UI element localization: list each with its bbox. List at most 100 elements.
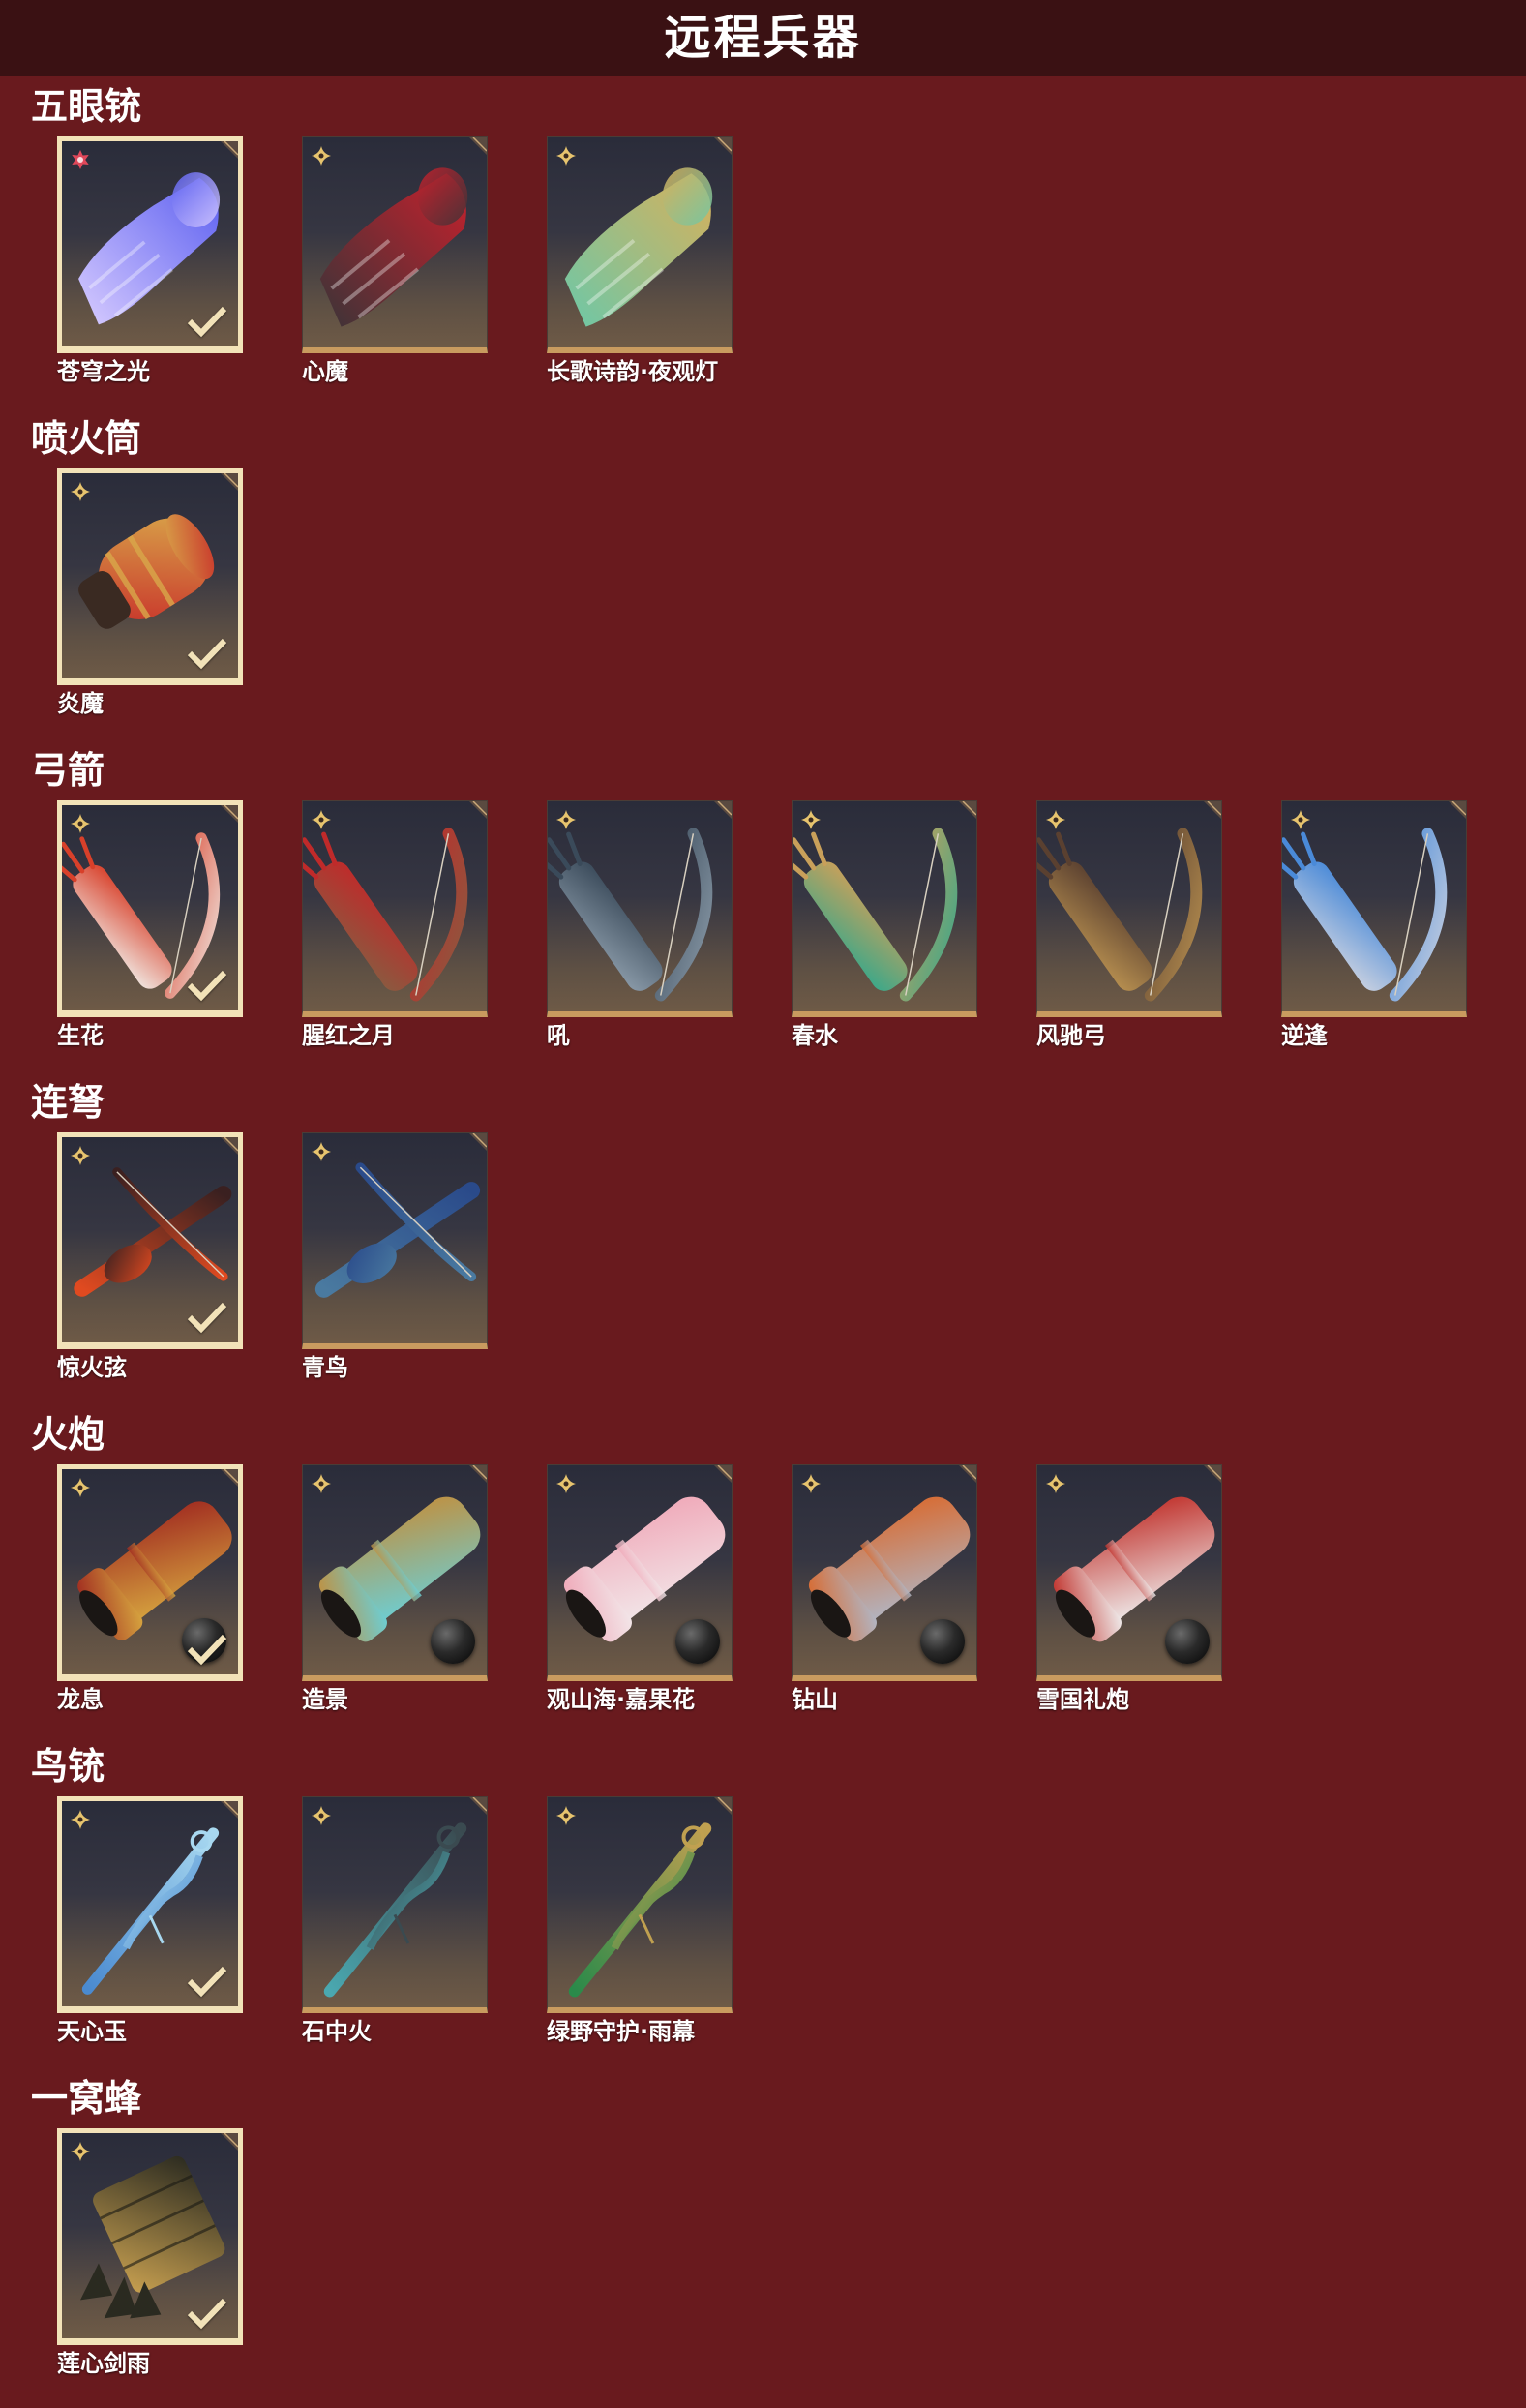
weapon-skin-card[interactable] — [302, 1796, 488, 2013]
weapon-skin-card[interactable] — [302, 800, 488, 1017]
weapon-art-image — [1282, 801, 1466, 1011]
corner-tag-icon — [221, 805, 238, 823]
weapon-skin-card[interactable] — [57, 800, 243, 1017]
weapon-skin-name: 石中火 — [302, 2018, 372, 2045]
category-heading: 弓箭 — [31, 749, 105, 792]
gold-star-icon — [311, 1805, 332, 1826]
corner-tag-icon — [469, 1465, 487, 1483]
category-section: 弓箭 生花 腥红之月 吼 春水 风驰弓 逆逢 — [0, 746, 1526, 1078]
weapon-skin-card[interactable] — [57, 2128, 243, 2345]
weapon-skin-card[interactable] — [57, 468, 243, 685]
weapon-skin-card[interactable] — [57, 1464, 243, 1681]
weapon-art-image — [303, 801, 487, 1011]
weapon-skin-card[interactable] — [57, 1796, 243, 2013]
weapon-skin-name: 长歌诗韵·夜观灯 — [547, 358, 719, 385]
weapon-skin-name: 吼 — [547, 1022, 570, 1049]
weapon-skin-slot: 生花 — [57, 800, 243, 1054]
weapon-skin-name: 绿野守护·雨幕 — [547, 2018, 696, 2045]
weapon-skin-slot: 风驰弓 — [1036, 800, 1222, 1054]
selected-check-icon — [186, 1300, 228, 1335]
weapon-skin-slot: 逆逢 — [1281, 800, 1467, 1054]
corner-tag-icon — [714, 801, 732, 819]
weapon-skin-name: 天心玉 — [57, 2018, 127, 2045]
category-heading: 一窝蜂 — [31, 2077, 142, 2120]
category-section: 连弩 惊火弦 青鸟 — [0, 1078, 1526, 1410]
weapon-skin-card[interactable] — [302, 136, 488, 353]
weapon-art-image — [303, 1133, 487, 1343]
weapon-skin-card[interactable] — [1036, 800, 1222, 1017]
category-heading: 火炮 — [31, 1413, 105, 1456]
corner-tag-icon — [1449, 801, 1466, 819]
category-section: 喷火筒 炎魔 — [0, 414, 1526, 746]
weapon-art-image — [303, 1797, 487, 2007]
weapon-skin-name: 逆逢 — [1281, 1022, 1328, 1049]
corner-tag-icon — [221, 1137, 238, 1155]
weapon-skin-card[interactable] — [57, 136, 243, 353]
weapon-skin-slot: 惊火弦 — [57, 1132, 243, 1386]
gold-star-icon — [70, 2141, 91, 2162]
weapon-skin-name: 造景 — [302, 1686, 348, 1713]
weapon-art-image — [548, 801, 732, 1011]
cannonball-icon — [1165, 1619, 1210, 1664]
category-section: 五眼铳 苍穹之光 心魔 长歌诗韵·夜观灯 — [0, 82, 1526, 414]
weapon-skin-slot: 雪国礼炮 — [1036, 1464, 1222, 1718]
corner-tag-icon — [221, 1801, 238, 1819]
gold-star-icon — [70, 481, 91, 502]
corner-tag-icon — [221, 141, 238, 159]
corner-tag-icon — [714, 1797, 732, 1815]
gold-star-icon — [555, 145, 577, 166]
weapon-skin-name: 惊火弦 — [57, 1354, 127, 1381]
category-section: 一窝蜂 莲心剑雨 — [0, 2074, 1526, 2406]
weapon-skin-card[interactable] — [57, 1132, 243, 1349]
gold-star-icon — [70, 1477, 91, 1498]
corner-tag-icon — [714, 137, 732, 155]
gold-star-icon — [555, 1473, 577, 1494]
category-heading: 连弩 — [31, 1081, 105, 1124]
gold-star-icon — [311, 1473, 332, 1494]
weapon-skin-slot: 观山海·嘉果花 — [547, 1464, 733, 1718]
weapon-skin-slot: 腥红之月 — [302, 800, 488, 1054]
weapon-skin-name: 龙息 — [57, 1686, 104, 1713]
gold-star-icon — [1045, 1473, 1066, 1494]
gold-star-icon — [800, 809, 822, 830]
gold-star-icon — [70, 813, 91, 834]
weapon-skin-card[interactable] — [547, 1796, 733, 2013]
weapon-skin-card[interactable] — [792, 1464, 977, 1681]
weapon-art-image — [1037, 801, 1221, 1011]
corner-tag-icon — [221, 2133, 238, 2151]
red-star-icon — [70, 149, 91, 170]
gold-star-icon — [1045, 809, 1066, 830]
corner-tag-icon — [959, 801, 976, 819]
gold-star-icon — [555, 1805, 577, 1826]
selected-check-icon — [186, 2296, 228, 2331]
corner-tag-icon — [221, 1469, 238, 1487]
category-heading: 五眼铳 — [31, 85, 142, 128]
cannonball-icon — [920, 1619, 965, 1664]
weapon-skin-card[interactable] — [302, 1464, 488, 1681]
gold-star-icon — [311, 145, 332, 166]
weapon-skin-card[interactable] — [1281, 800, 1467, 1017]
corner-tag-icon — [469, 1133, 487, 1151]
weapon-art-image — [303, 137, 487, 347]
weapon-art-image — [793, 801, 976, 1011]
weapon-skin-card[interactable] — [1036, 1464, 1222, 1681]
weapon-skin-card[interactable] — [547, 1464, 733, 1681]
category-heading: 喷火筒 — [31, 417, 142, 460]
weapon-skin-name: 炎魔 — [57, 690, 104, 717]
weapon-skin-card[interactable] — [302, 1132, 488, 1349]
corner-tag-icon — [1204, 1465, 1221, 1483]
weapon-skin-slot: 石中火 — [302, 1796, 488, 2050]
weapon-skin-slot: 长歌诗韵·夜观灯 — [547, 136, 733, 390]
weapon-skin-card[interactable] — [792, 800, 977, 1017]
gold-star-icon — [555, 809, 577, 830]
weapon-skin-name: 腥红之月 — [302, 1022, 395, 1049]
gold-star-icon — [70, 1145, 91, 1166]
weapon-skin-card[interactable] — [547, 136, 733, 353]
corner-tag-icon — [469, 1797, 487, 1815]
weapon-skin-slot: 造景 — [302, 1464, 488, 1718]
weapon-skin-name: 苍穹之光 — [57, 358, 150, 385]
weapon-skin-name: 雪国礼炮 — [1036, 1686, 1129, 1713]
weapon-skin-name: 心魔 — [302, 358, 348, 385]
weapon-skin-card[interactable] — [547, 800, 733, 1017]
weapon-skin-slot: 天心玉 — [57, 1796, 243, 2050]
